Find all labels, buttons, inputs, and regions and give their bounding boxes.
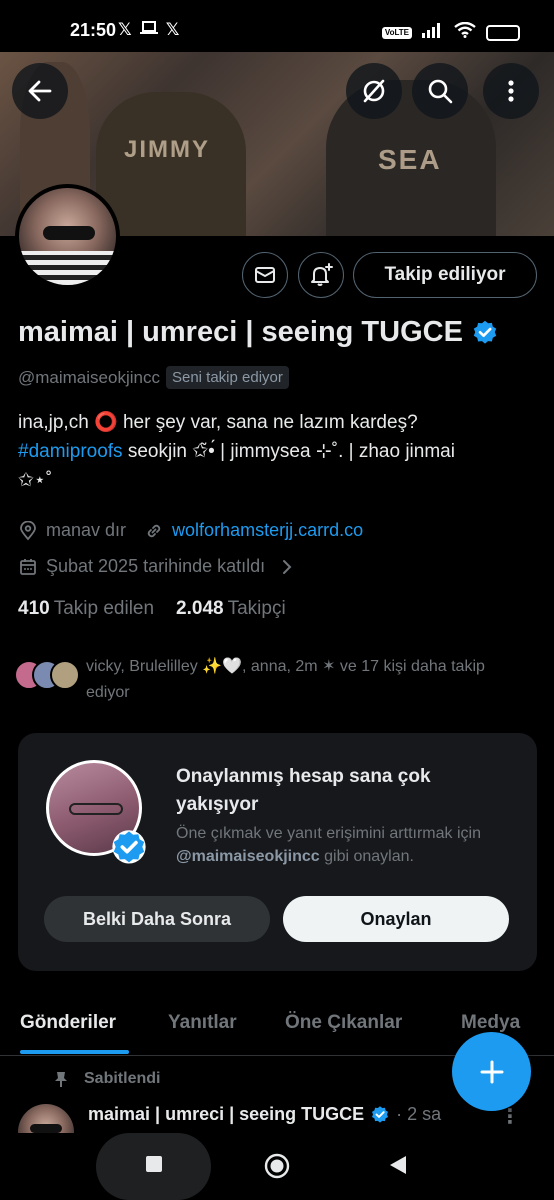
status-indicators: VoLTE 29: [381, 21, 520, 43]
avatar-shirt: [19, 251, 116, 285]
calendar-icon: [20, 558, 36, 575]
pinned-label-row: Sabitlendi: [52, 1070, 160, 1088]
banner-text-sea: SEA: [378, 144, 442, 175]
mutual-avatars: [14, 660, 84, 694]
volte-icon: VoLTE: [381, 26, 412, 39]
promo-avatar-glasses: [69, 803, 123, 815]
profile-avatar[interactable]: [15, 184, 120, 289]
followers-count-link[interactable]: 2.048 Takipçi: [176, 598, 286, 620]
tab-highlights[interactable]: Öne Çıkanlar: [285, 1012, 402, 1034]
verification-promo-card: Onaylanmış hesap sana çok yakışıyor Öne …: [18, 733, 537, 971]
grok-button[interactable]: [346, 63, 402, 119]
status-time: 21:50: [70, 20, 117, 40]
system-nav-bar: [0, 1133, 554, 1200]
plus-icon: [480, 1060, 503, 1083]
following-count-link[interactable]: 410 Takip edilen: [18, 598, 154, 620]
x-notification-icon: 𝕏: [118, 20, 132, 39]
followers-count: 2.048: [176, 598, 224, 619]
link-icon: [147, 524, 161, 537]
tab-media[interactable]: Medya: [461, 1012, 520, 1034]
compose-button[interactable]: [452, 1032, 531, 1111]
bio-line-3: ✩⋆˚: [18, 470, 53, 491]
bio-line-1: ina,jp,ch ⭕ her şey var, sana ne lazım k…: [18, 412, 418, 433]
promo-title: Onaylanmış hesap sana çok yakışıyor: [176, 766, 431, 815]
back-triangle-icon: [390, 1156, 406, 1174]
more-vertical-icon: [508, 80, 514, 102]
bio-line-2-text: seokjin ✩̃•́ | jimmysea ⊹˚. | zhao jinma…: [122, 441, 455, 462]
more-button[interactable]: [483, 63, 539, 119]
post-avatar-glasses: [30, 1124, 62, 1133]
joined-text: Şubat 2025 tarihinde katıldı: [46, 556, 266, 576]
profile-link[interactable]: wolforhamsterjj.carrd.co: [172, 520, 363, 541]
search-button[interactable]: [412, 63, 468, 119]
back-button[interactable]: [12, 63, 68, 119]
nav-recents-button[interactable]: [145, 1155, 163, 1178]
profile-bio: ina,jp,ch ⭕ her şey var, sana ne lazım k…: [18, 408, 538, 495]
nav-back-button[interactable]: [388, 1155, 408, 1180]
verified-badge-icon: [112, 830, 146, 864]
nav-home-button[interactable]: [264, 1153, 290, 1184]
handle-row: @maimaiseokjincc Seni takip ediyor: [18, 366, 289, 389]
bio-hashtag[interactable]: #damiproofs: [18, 441, 123, 462]
message-button[interactable]: [242, 252, 288, 298]
promo-desc-suffix: gibi onaylan.: [319, 848, 414, 865]
active-tab-indicator: [20, 1050, 129, 1054]
following-count: 410: [18, 598, 50, 619]
status-bar: 21:50 𝕏 𝕏 VoLTE 29: [0, 0, 554, 52]
promo-description: Öne çıkmak ve yanıt erişimini arttırmak …: [176, 822, 516, 868]
tab-posts[interactable]: Gönderiler: [20, 1012, 116, 1034]
followers-label: Takipçi: [227, 598, 286, 619]
handle: @maimaiseokjincc: [18, 367, 160, 387]
post-author-name[interactable]: maimai | umreci | seeing TUGCE: [88, 1104, 364, 1125]
follow-counts: 410 Takip edilen 2.048 Takipçi: [18, 598, 286, 620]
grok-icon: [363, 79, 385, 103]
mail-icon: [255, 267, 275, 283]
pinned-label: Sabitlendi: [84, 1070, 161, 1087]
name-row: maimai | umreci | seeing TUGCE: [18, 316, 499, 349]
joined-row[interactable]: Şubat 2025 tarihinde katıldı: [18, 556, 295, 577]
avatar-glasses: [43, 226, 95, 240]
get-verified-button[interactable]: Onaylan: [283, 896, 509, 942]
pin-icon: [55, 1072, 67, 1087]
mutual-avatar-3: [50, 660, 80, 690]
battery-icon: 29: [486, 24, 520, 41]
banner-figure-left: [96, 92, 246, 236]
following-button[interactable]: Takip ediliyor: [353, 252, 537, 298]
signal-icon: [422, 22, 444, 43]
following-label: Takip edilen: [53, 598, 155, 619]
promo-desc-handle: @maimaiseokjincc: [176, 848, 320, 865]
tab-replies[interactable]: Yanıtlar: [168, 1012, 237, 1034]
home-circle-icon: [264, 1153, 290, 1179]
profile-meta-row: manav dır wolforhamsterjj.carrd.co: [18, 520, 363, 541]
post-header: maimai | umreci | seeing TUGCE · 2 sa: [88, 1104, 441, 1125]
location-icon: [20, 520, 36, 540]
wifi-icon: [454, 21, 476, 43]
search-icon: [428, 79, 453, 104]
followed-by-text: vicky, Brulelilley ✨🤍, anna, 2m ✶ ve 17 …: [86, 658, 485, 701]
promo-desc-prefix: Öne çıkmak ve yanıt erişimini arttırmak …: [176, 825, 481, 842]
notification-icons: 𝕏 𝕏: [118, 20, 179, 40]
bell-plus-icon: [311, 263, 333, 286]
verified-badge-icon: [372, 1105, 389, 1123]
chevron-right-icon: [283, 559, 292, 574]
maybe-later-button[interactable]: Belki Daha Sonra: [44, 896, 270, 942]
laptop-notification-icon: [139, 20, 158, 40]
x-notification-icon-2: 𝕏: [165, 20, 180, 39]
battery-percent: 29: [501, 26, 514, 39]
verified-badge-icon: [473, 320, 497, 344]
location-text: manav dır: [46, 520, 127, 540]
banner-text-jimmy: JIMMY: [124, 136, 211, 163]
notify-button[interactable]: [298, 252, 344, 298]
display-name: maimai | umreci | seeing TUGCE: [18, 316, 463, 348]
recents-icon: [146, 1156, 162, 1172]
bio-line-2: #damiproofs seokjin ✩̃•́ | jimmysea ⊹˚. …: [18, 437, 538, 466]
follows-you-badge: Seni takip ediyor: [165, 366, 289, 389]
back-arrow-icon: [28, 80, 52, 102]
post-time: · 2 sa: [396, 1104, 442, 1124]
